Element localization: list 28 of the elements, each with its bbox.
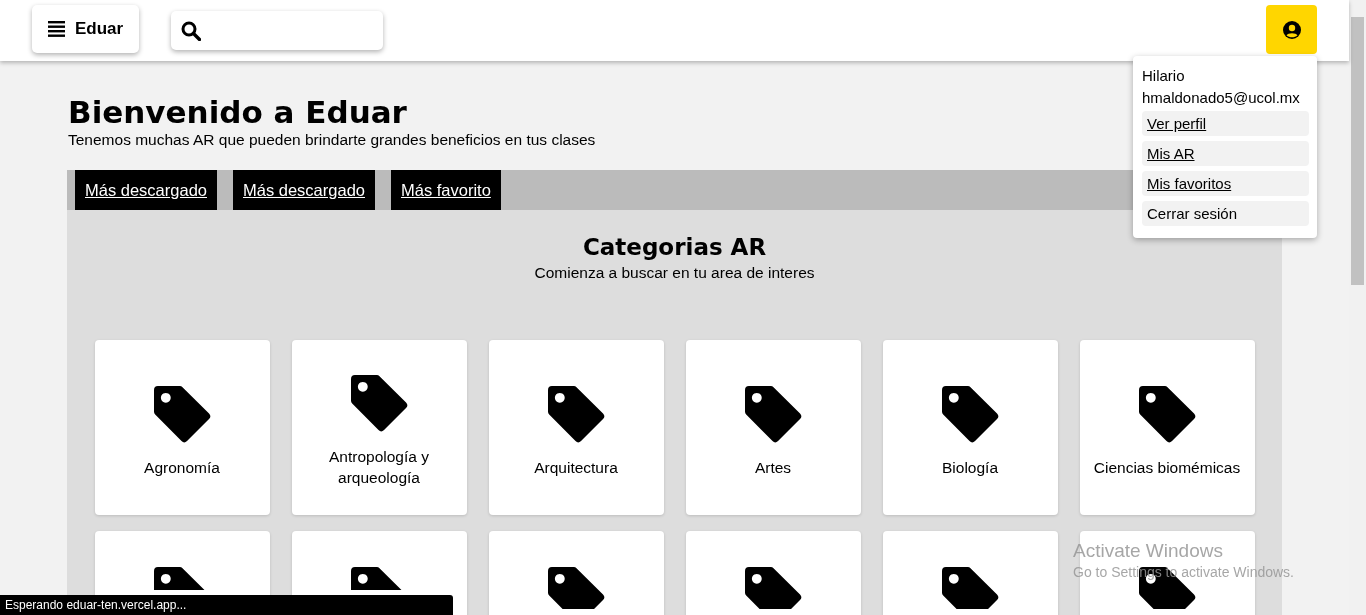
- category-card[interactable]: Biología: [882, 340, 1058, 515]
- tab[interactable]: Más descargado: [75, 170, 217, 210]
- page-subtitle: Tenemos muchas AR que pueden brindarte grandes beneficios en tus clases: [68, 131, 596, 149]
- category-label: Artes: [753, 457, 793, 478]
- menu-item[interactable]: Mis favoritos: [1142, 171, 1309, 196]
- category-label: Antropología y arqueología: [328, 447, 430, 488]
- category-label: Agronomía: [143, 457, 221, 478]
- category-label: Arquitectura: [533, 457, 619, 478]
- user-name: Hilario: [1142, 66, 1186, 86]
- tab[interactable]: Más favorito: [391, 170, 501, 210]
- tab[interactable]: Más descargado: [233, 170, 375, 210]
- section-subtitle: Comienza a buscar en tu area de interes: [534, 264, 815, 282]
- menu-item[interactable]: Ver perfil: [1142, 111, 1309, 136]
- user-email: hmaldonado5@ucol.mx: [1142, 88, 1301, 108]
- category-label: Biología: [941, 457, 999, 478]
- category-label: Ciencias biomémicas: [1092, 457, 1242, 478]
- category-card[interactable]: Ciencias biomémicas: [1079, 340, 1255, 515]
- menu-item[interactable]: Cerrar sesión: [1142, 201, 1309, 226]
- notice-title: Activate Windows: [1073, 540, 1224, 562]
- category-card[interactable]: Agronomía: [94, 340, 270, 515]
- category-card[interactable]: Antropología y arqueología: [291, 340, 467, 515]
- status-tooltip: Esperando eduar-ten.vercel.app...: [0, 595, 453, 615]
- page-title: Bienvenido a Eduar: [68, 93, 407, 131]
- category-card[interactable]: Artes: [685, 340, 861, 515]
- menu-item[interactable]: Mis AR: [1142, 141, 1309, 166]
- menu-button[interactable]: Eduar: [32, 4, 140, 53]
- category-card[interactable]: Arquitectura: [488, 340, 664, 515]
- section-title: Categorias AR: [582, 234, 767, 260]
